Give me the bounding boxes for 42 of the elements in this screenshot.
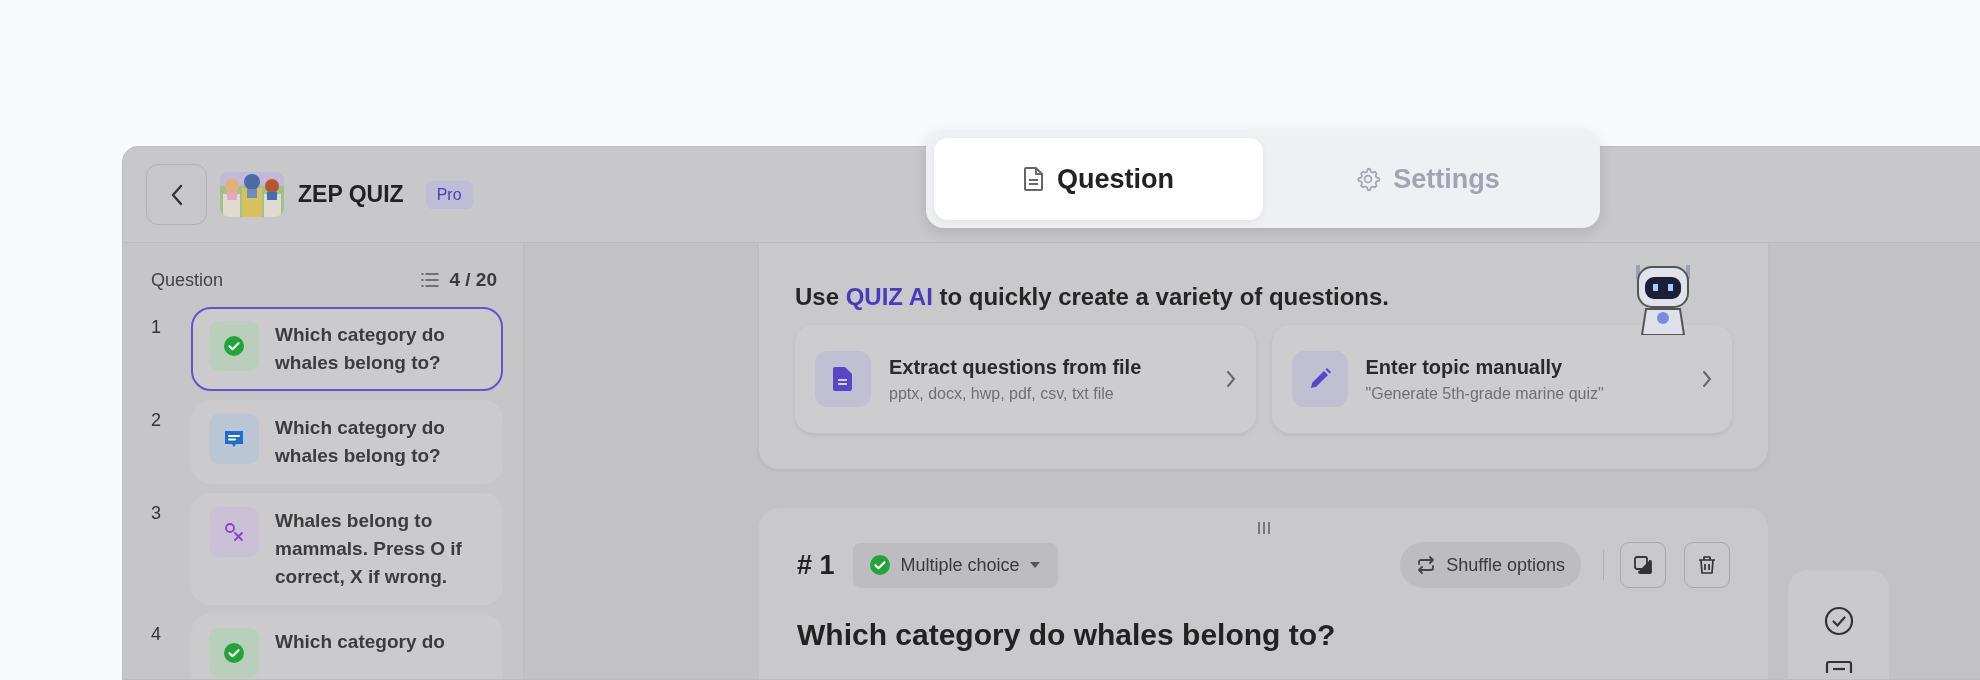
duplicate-button[interactable] [1620,542,1666,588]
ai-option-card[interactable]: Enter topic manually "Generate 5th-grade marine quiz" [1271,325,1732,433]
section-label: Question [151,269,224,291]
question-item[interactable]: Which category do whales belong to? [191,307,503,391]
message-button[interactable] [1823,660,1854,674]
message-icon [1823,660,1854,674]
check-circle-button[interactable] [1823,606,1854,636]
caret-icon [1029,562,1040,568]
question-count: 4 / 20 [449,269,497,291]
check-circle-icon [223,335,245,357]
chevron-left-icon [169,183,184,206]
question-number: 4 [151,623,162,646]
ai-intro-text: Use QUIZ AI to quickly create a variety of questions. [795,283,1390,311]
list-icon [421,272,440,288]
repeat-icon [1416,555,1437,575]
circle-cross-icon [223,521,245,543]
tab[interactable]: Question [934,138,1263,220]
check-circle-icon [868,554,891,576]
question-number: 3 [151,502,162,525]
app-title: ZEP QUIZ [298,181,404,208]
question-title: Which category do whales belong to? [797,618,1337,652]
plan-badge: Pro [425,180,473,209]
question-item[interactable]: Which category do whales belong to? [191,400,503,484]
question-type-dropdown[interactable]: Multiple choice [852,542,1058,588]
drag-handle-icon[interactable] [1256,522,1271,534]
trash-icon [1697,555,1717,575]
ai-option-card[interactable]: Extract questions from file pptx, docx, hwp, pdf, csv, txt file [795,325,1256,433]
question-item[interactable]: Which category do [191,614,503,679]
question-number: 2 [151,409,162,432]
copy-icon [1633,555,1653,575]
question-item[interactable]: Whales belong to mammals. Press O if correct, X if wrong. [191,493,503,605]
chevron-right-icon [1225,370,1236,388]
shuffle-button[interactable]: Shuffle options [1400,542,1581,588]
chevron-right-icon [1702,370,1712,388]
delete-button[interactable] [1684,542,1730,588]
gear-icon [1355,166,1382,192]
document-icon [1023,166,1045,192]
document-icon [833,367,853,391]
question-number: 1 [151,316,162,339]
question-number: # 1 [797,549,835,581]
check-circle-icon [223,642,245,664]
check-circle-icon [1823,606,1854,636]
